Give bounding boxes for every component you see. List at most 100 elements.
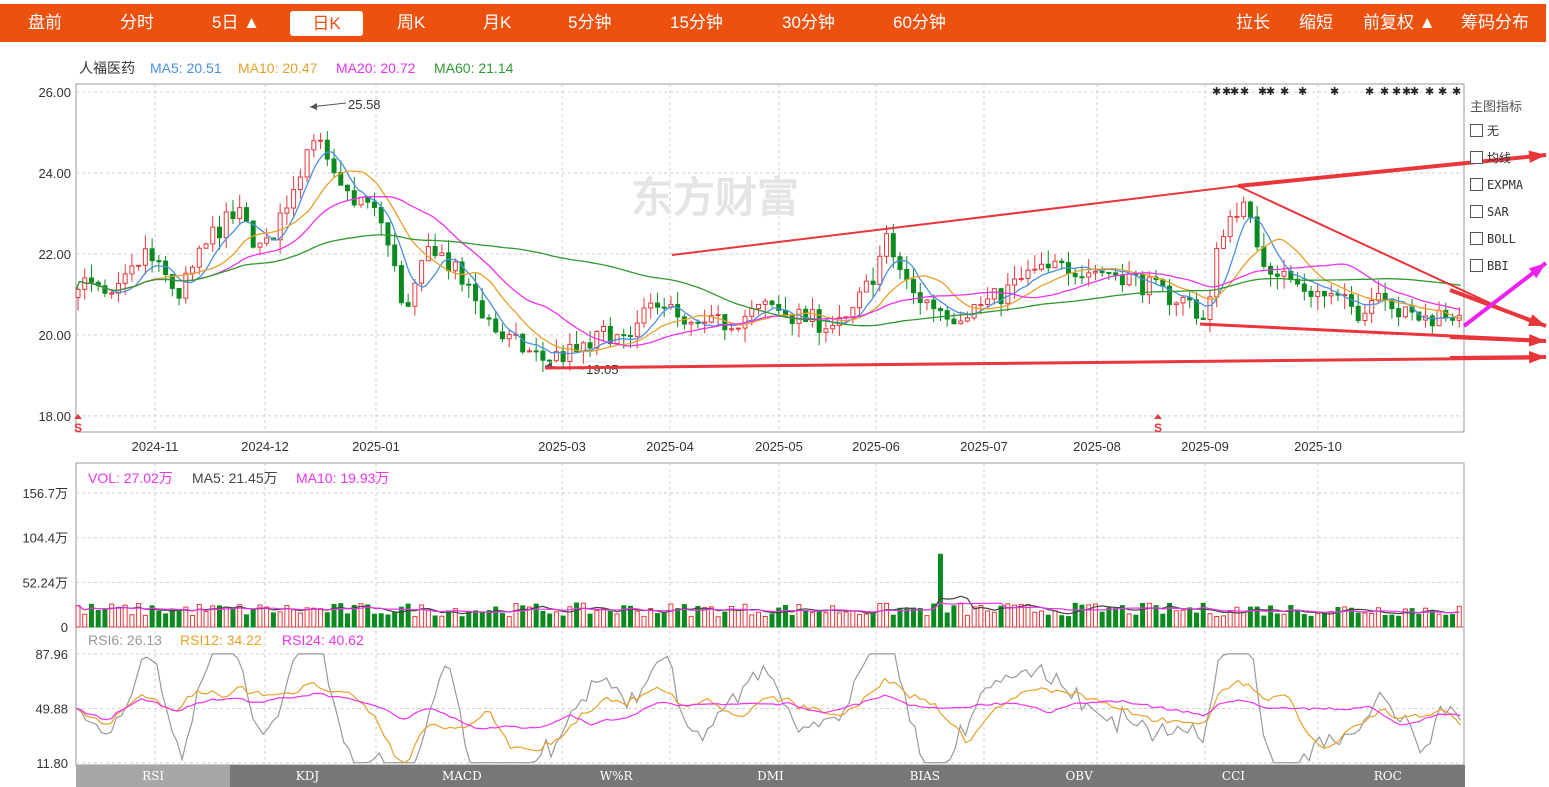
indicator-tab-obv[interactable]: OBV [1002, 765, 1156, 787]
rsi-y-tick: 11.80 [36, 756, 68, 771]
signal-arrow [1154, 414, 1162, 419]
indicator-option-1[interactable]: 均线 [1470, 145, 1546, 172]
volume-bar [601, 608, 607, 628]
candle [1355, 305, 1361, 321]
volume-bar [850, 610, 856, 628]
volume-bar [324, 612, 330, 628]
volume-bar [1274, 613, 1280, 628]
volume-bar [479, 612, 485, 628]
candle [203, 243, 209, 249]
candle [958, 320, 964, 325]
volume-bar [385, 614, 391, 628]
volume-bar [547, 613, 553, 628]
volume-bar [1173, 610, 1179, 628]
candle [641, 307, 647, 324]
candle [243, 207, 249, 222]
candle [1396, 308, 1402, 318]
volume-bar [95, 610, 101, 628]
volume-bar [1146, 602, 1152, 628]
volume-bar [486, 610, 492, 628]
candle [1234, 215, 1240, 218]
high-arrow [310, 103, 317, 110]
volume-bar [1335, 606, 1341, 628]
indicator-option-3[interactable]: SAR [1470, 199, 1546, 226]
checkbox[interactable] [1470, 205, 1483, 218]
volume-bar [964, 614, 970, 628]
volume-bar [1288, 605, 1294, 628]
indicator-tab-wpctr[interactable]: W%R [539, 765, 693, 787]
candle [1113, 272, 1119, 276]
vol-y-tick: 156.7万 [22, 486, 68, 501]
candle [1119, 274, 1125, 286]
indicator-option-5[interactable]: BBI [1470, 253, 1546, 280]
volume-bar [1456, 605, 1462, 628]
y-tick-label: 20.00 [38, 328, 71, 343]
x-tick-label: 2025-05 [755, 439, 803, 454]
volume-bar [1450, 614, 1456, 628]
indicator-tab-roc[interactable]: ROC [1311, 765, 1465, 787]
candle [944, 310, 950, 320]
volume-bar [365, 604, 371, 628]
indicator-tab-dmi[interactable]: DMI [693, 765, 847, 787]
event-mark: ✱ [1212, 86, 1221, 98]
candle [324, 139, 330, 160]
candle [149, 248, 155, 262]
candle [1180, 296, 1186, 304]
candle [520, 333, 526, 353]
checkbox[interactable] [1470, 124, 1483, 137]
volume-bar [1436, 613, 1442, 628]
volume-bar [432, 615, 438, 628]
candle [648, 302, 654, 309]
volume-bar [392, 611, 398, 628]
volume-bar [1126, 613, 1132, 628]
volume-bar [1039, 610, 1045, 628]
checkbox[interactable] [1470, 232, 1483, 245]
volume-bar [756, 611, 762, 628]
volume-bar [1261, 615, 1267, 628]
candle [884, 233, 890, 257]
event-mark: ✱ [1392, 86, 1401, 98]
candle [446, 252, 452, 272]
checkbox[interactable] [1470, 151, 1483, 164]
candle [88, 277, 94, 283]
y-tick-label: 26.00 [38, 85, 71, 100]
indicator-tab-kdj[interactable]: KDJ [230, 765, 384, 787]
event-mark: ✱ [1425, 86, 1434, 98]
volume-bar [304, 607, 310, 628]
candle [318, 139, 324, 142]
checkbox[interactable] [1470, 259, 1483, 272]
indicator-tab-cci[interactable]: CCI [1156, 765, 1310, 787]
indicator-option-0[interactable]: 无 [1470, 118, 1546, 145]
volume-bar [681, 604, 687, 628]
rsi-line-24 [75, 692, 1461, 730]
candle [1402, 306, 1408, 318]
indicator-option-2[interactable]: EXPMA [1470, 172, 1546, 199]
signal-arrow [74, 414, 82, 419]
event-mark: ✱ [1280, 86, 1289, 98]
indicator-option-label: BOLL [1487, 232, 1516, 246]
candle [1429, 315, 1435, 327]
indicator-tab-rsi[interactable]: RSI [76, 765, 231, 787]
indicator-tab-bias[interactable]: BIAS [848, 765, 1002, 787]
annotation-arrow-mid-head [1528, 314, 1546, 326]
candle [601, 325, 607, 332]
volume-bar [115, 607, 121, 628]
indicator-tab-macd[interactable]: MACD [385, 765, 539, 787]
checkbox[interactable] [1470, 178, 1483, 191]
volume-bar [473, 610, 479, 628]
signal-marker: S [1154, 421, 1162, 435]
volume-bar [890, 614, 896, 628]
indicator-option-label: EXPMA [1487, 178, 1524, 192]
volume-bar [796, 604, 802, 628]
candle [547, 359, 553, 362]
volume-bar [708, 606, 714, 628]
event-mark: ✱ [1240, 86, 1249, 98]
candle [1052, 260, 1058, 269]
candle [1382, 292, 1388, 300]
volume-bar [762, 615, 768, 628]
candle [129, 265, 135, 275]
indicator-option-4[interactable]: BOLL [1470, 226, 1546, 253]
main-indicator-panel: 主图指标 无均线 EXPMA SAR BOLL BBI [1470, 96, 1546, 280]
candle [931, 299, 937, 310]
candle [345, 184, 351, 192]
